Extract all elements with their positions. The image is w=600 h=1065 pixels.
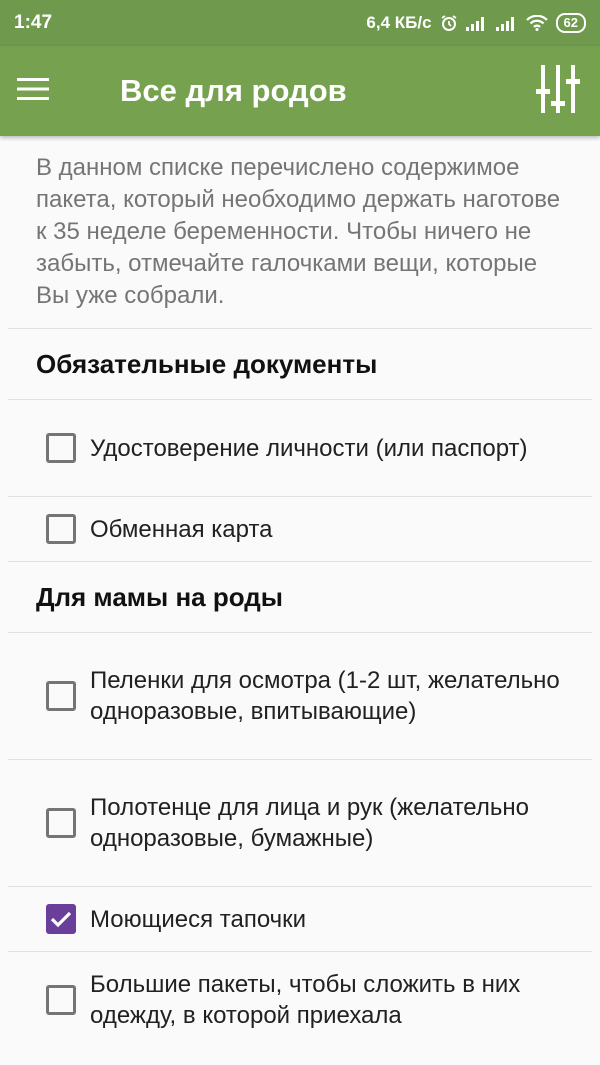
checkbox[interactable] (46, 681, 76, 711)
menu-icon (17, 77, 49, 106)
checklist-item[interactable]: Полотенце для лица и рук (желательно одн… (0, 760, 600, 886)
checkbox[interactable] (46, 808, 76, 838)
battery-level: 62 (563, 15, 578, 30)
checkbox-checked[interactable] (46, 904, 76, 934)
checkbox[interactable] (46, 514, 76, 544)
menu-button[interactable] (0, 46, 94, 136)
section-header: Обязательные документы (36, 348, 378, 379)
status-time: 1:47 (14, 12, 53, 33)
network-speed: 6,4 КБ/с (366, 13, 432, 32)
checkbox[interactable] (46, 985, 76, 1015)
item-label: Полотенце для лица и рук (желательно одн… (90, 794, 529, 852)
wifi-icon (525, 15, 548, 31)
status-indicators: 6,4 КБ/с 62 (366, 13, 586, 33)
item-label: Обменная карта (90, 515, 273, 543)
intro-text: В данном списке перечислено содержимое п… (36, 154, 561, 309)
alarm-icon (440, 14, 458, 32)
item-label: Пеленки для осмотра (1-2 шт, желательно … (90, 667, 560, 725)
checklist-item[interactable]: Обменная карта (0, 497, 600, 561)
checkbox[interactable] (46, 433, 76, 463)
section-header: Для мамы на роды (36, 581, 283, 612)
filter-button[interactable] (516, 46, 600, 136)
item-label: Удостоверение личности (или паспорт) (90, 434, 528, 462)
checklist-item[interactable]: Пеленки для осмотра (1-2 шт, желательно … (0, 633, 600, 759)
page-title: Все для родов (120, 73, 347, 108)
checklist: В данном списке перечислено содержимое п… (0, 136, 600, 1048)
app-bar: Все для родов (0, 46, 600, 136)
signal-icon (495, 15, 518, 31)
item-label: Моющиеся тапочки (90, 905, 307, 933)
checklist-item[interactable]: Удостоверение личности (или паспорт) (0, 400, 600, 496)
checklist-item[interactable]: Моющиеся тапочки (0, 887, 600, 951)
checklist-item[interactable]: Большие пакеты, чтобы сложить в них одеж… (0, 952, 600, 1048)
item-label: Большие пакеты, чтобы сложить в них одеж… (90, 971, 521, 1029)
tune-icon (535, 63, 581, 120)
battery-icon: 62 (555, 13, 586, 33)
checkmark-icon (50, 911, 72, 928)
signal-icon (465, 15, 488, 31)
status-bar: 1:47 6,4 КБ/с 62 (0, 0, 600, 46)
